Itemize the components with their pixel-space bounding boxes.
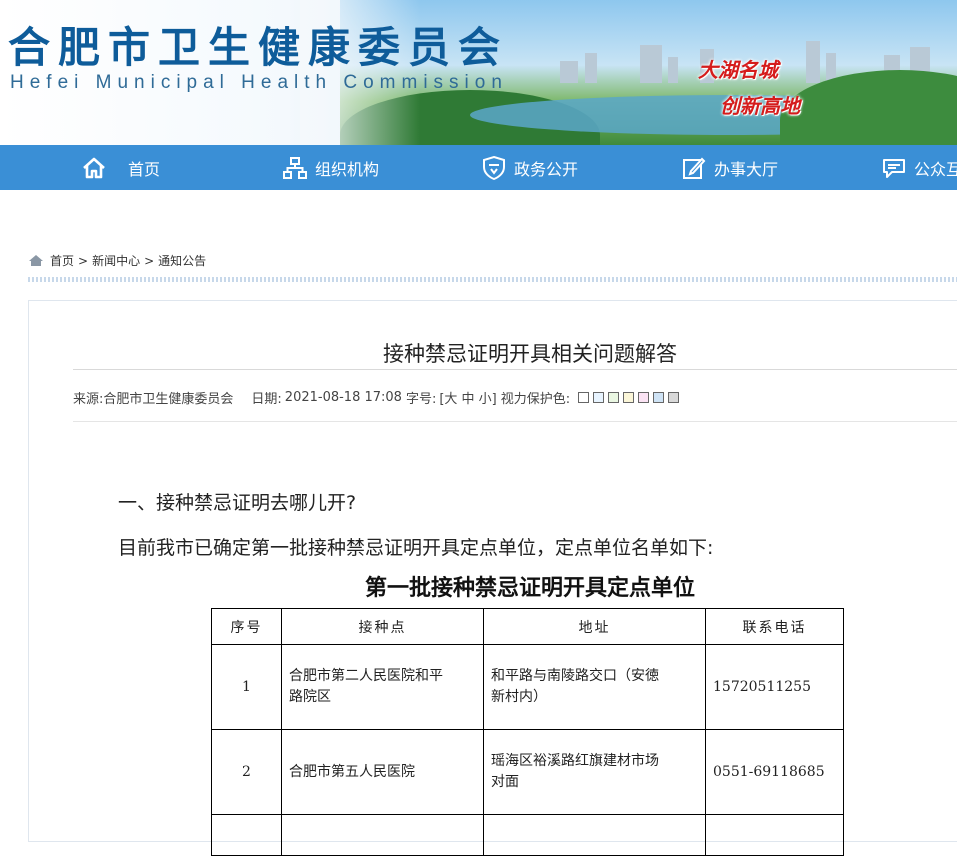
eye-care-label: 视力保护色: bbox=[500, 392, 571, 407]
source-value: 合肥市卫生健康委员会 bbox=[103, 392, 234, 407]
table-row: 1 合肥市第二人民医院和平 路院区 和平路与南陵路交口（安徳 新村内） 157205… bbox=[211, 644, 844, 730]
cell-site: 合肥市第五人民医院 bbox=[281, 729, 484, 815]
font-size-controls[interactable]: [大 中 小] bbox=[439, 388, 496, 407]
question-heading-1: 一、接种禁忌证明去哪儿开? bbox=[118, 492, 357, 514]
address-line: 和平路与南陵路交口（安徳 bbox=[491, 668, 659, 684]
cell-no: 1 bbox=[211, 644, 282, 730]
header-no: 序号 bbox=[211, 608, 282, 645]
table-title: 第一批接种禁忌证明开具定点单位 bbox=[364, 575, 695, 601]
cell-address: 和平路与南陵路交口（安徳 新村内） bbox=[483, 644, 706, 730]
breadcrumb-separator: > bbox=[78, 253, 89, 268]
nav-label-public-interaction: 公众互 bbox=[914, 159, 957, 179]
nav-item-organization[interactable]: 组织机构 bbox=[283, 145, 379, 190]
eye-care-color-swatch[interactable] bbox=[578, 392, 590, 403]
paragraph-1: 目前我市已确定第一批接种禁忌证明开具定点单位，定点单位名单如下: bbox=[118, 537, 714, 559]
eye-care-color-swatch[interactable] bbox=[668, 392, 680, 403]
org-chart-icon bbox=[283, 156, 307, 179]
slogan-line-1: 大湖名城 bbox=[698, 58, 778, 82]
chat-icon bbox=[883, 158, 905, 178]
breadcrumb-separator: > bbox=[144, 253, 155, 268]
main-nav: 首页 组织机构 政务公开 办事大厅 公众互 bbox=[0, 145, 957, 190]
source-label: 来源: bbox=[73, 392, 104, 407]
site-subtitle: Hefei Municipal Health Commission bbox=[10, 72, 508, 93]
breadcrumb-home[interactable]: 首页 bbox=[50, 252, 74, 269]
nav-item-public-interaction[interactable]: 公众互 bbox=[882, 145, 957, 190]
edit-icon bbox=[683, 157, 706, 179]
table-row: 2 合肥市第五人民医院 瑶海区裕溪路红旗建材市场 对面 0551-69118685 bbox=[211, 729, 844, 815]
cell-address: 瑶海区裕溪路红旗建材市场 对面 bbox=[483, 729, 706, 815]
breadcrumb-news-center[interactable]: 新闻中心 bbox=[92, 252, 140, 269]
meta-divider bbox=[73, 421, 957, 422]
date-value: 2021-08-18 17:08 bbox=[284, 390, 402, 405]
home-icon bbox=[29, 255, 43, 266]
date-label: 日期: bbox=[251, 392, 282, 407]
address-line: 对面 bbox=[491, 774, 519, 790]
header-address: 地址 bbox=[483, 608, 706, 645]
eye-care-swatches bbox=[578, 390, 683, 405]
cell-phone: 15720511255 bbox=[705, 644, 844, 730]
breadcrumb: 首页 > 新闻中心 > 通知公告 bbox=[28, 252, 210, 269]
title-divider bbox=[73, 369, 957, 370]
table-header-row: 序号 接种点 地址 联系电话 bbox=[211, 608, 844, 645]
site-line: 合肥市第二人民医院和平 bbox=[289, 668, 443, 684]
site-title: 合肥市卫生健康委员会 bbox=[8, 23, 509, 72]
address-line: 瑶海区裕溪路红旗建材市场 bbox=[491, 753, 659, 769]
nav-label-government-affairs: 政务公开 bbox=[514, 159, 579, 179]
nav-item-government-affairs[interactable]: 政务公开 bbox=[482, 145, 578, 190]
article-title: 接种禁忌证明开具相关问题解答 bbox=[383, 342, 677, 366]
shield-icon bbox=[483, 155, 505, 180]
home-icon bbox=[83, 157, 105, 178]
nav-label-organization: 组织机构 bbox=[315, 159, 380, 179]
site-header-banner: 合肥市卫生健康委员会 Hefei Municipal Health Commis… bbox=[0, 0, 957, 145]
eye-care-color-swatch[interactable] bbox=[608, 392, 620, 403]
cell-site: 合肥市第二人民医院和平 路院区 bbox=[281, 644, 484, 730]
nav-label-service-hall: 办事大厅 bbox=[714, 159, 779, 179]
slogan-line-2: 创新高地 bbox=[720, 94, 800, 118]
font-size-label: 字号: bbox=[405, 392, 437, 407]
eye-care-color-swatch[interactable] bbox=[653, 392, 665, 403]
eye-care-color-swatch[interactable] bbox=[593, 392, 605, 403]
breadcrumb-divider bbox=[28, 277, 957, 282]
eye-care-color-swatch[interactable] bbox=[638, 392, 650, 403]
article-meta: 来源: 合肥市卫生健康委员会 日期: 2021-08-18 17:08 字号: … bbox=[73, 388, 683, 407]
site-line: 路院区 bbox=[289, 689, 331, 705]
table-row bbox=[211, 814, 844, 856]
address-line: 新村内） bbox=[491, 689, 547, 705]
header-phone: 联系电话 bbox=[705, 608, 844, 645]
breadcrumb-notices[interactable]: 通知公告 bbox=[158, 252, 206, 269]
nav-item-service-hall[interactable]: 办事大厅 bbox=[682, 145, 778, 190]
nav-item-home[interactable]: 首页 bbox=[82, 145, 160, 190]
cell-phone: 0551-69118685 bbox=[705, 729, 844, 815]
nav-label-home: 首页 bbox=[128, 159, 161, 179]
eye-care-color-swatch[interactable] bbox=[623, 392, 635, 403]
header-site: 接种点 bbox=[281, 608, 484, 645]
cell-no: 2 bbox=[211, 729, 282, 815]
